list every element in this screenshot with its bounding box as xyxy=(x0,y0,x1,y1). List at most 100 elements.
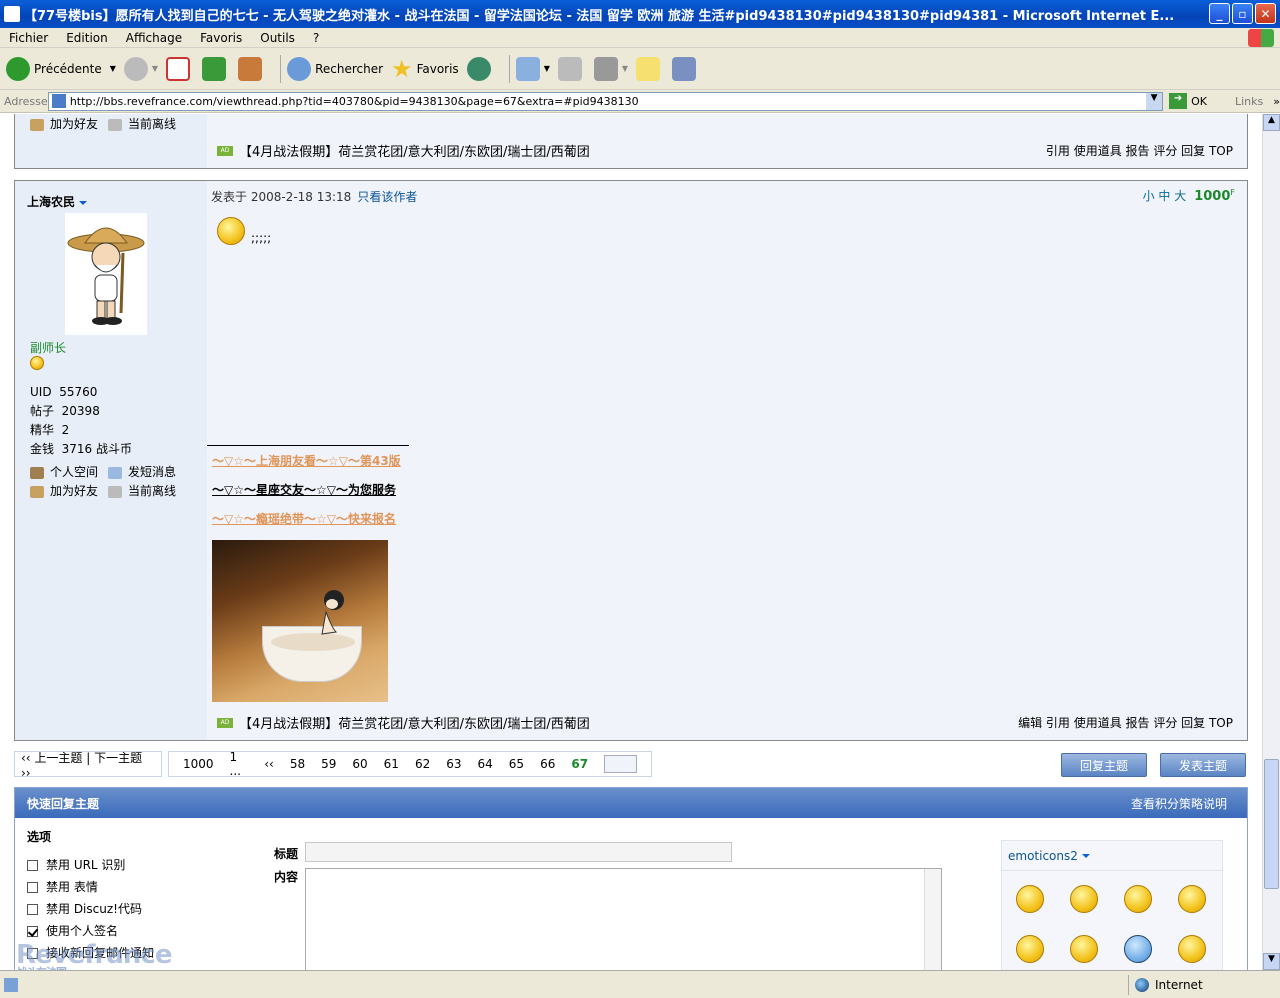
go-button[interactable]: ➔ OK xyxy=(1169,93,1207,109)
back-button[interactable]: Précédente ▼ xyxy=(6,56,116,81)
ad-link[interactable]: 【4月战法假期】荷兰赏花团/意大利团/东欧团/瑞士团/西葡团 xyxy=(239,141,590,160)
emoticon-panel: emoticons2 xyxy=(1001,840,1223,970)
emoticon-set-selector[interactable]: emoticons2 xyxy=(1002,841,1222,871)
address-dropdown-icon[interactable]: ▼ xyxy=(1146,92,1163,110)
message-link[interactable]: 发短消息 xyxy=(108,463,176,480)
author-name[interactable]: 上海农民 xyxy=(27,193,88,210)
option-disable-url[interactable]: 禁用 URL 识别 xyxy=(27,856,125,873)
content-textarea[interactable] xyxy=(305,868,942,970)
emoticon-dizzy-icon[interactable] xyxy=(1178,935,1206,963)
page-prev-link[interactable]: ‹‹ xyxy=(264,757,274,771)
maximize-button[interactable]: ▫ xyxy=(1232,3,1253,24)
font-size-links[interactable]: 小 中 大 xyxy=(1143,189,1187,203)
go-arrow-icon: ➔ xyxy=(1169,93,1188,109)
research-button[interactable] xyxy=(672,56,700,81)
space-link[interactable]: 个人空间 xyxy=(30,463,98,480)
page-link[interactable]: 61 xyxy=(384,757,399,771)
scroll-down-icon[interactable]: ▼ xyxy=(1263,953,1280,970)
emoticon-sweat-icon[interactable] xyxy=(1124,885,1152,913)
links-toolbar[interactable]: Links xyxy=(1235,95,1263,108)
menu-affichage[interactable]: Affichage xyxy=(117,31,191,45)
signature-link[interactable]: ～▽☆～瘾瑶绝带～☆▽～快来报名 xyxy=(212,510,396,527)
stop-button[interactable] xyxy=(166,56,194,81)
refresh-button[interactable] xyxy=(202,56,230,81)
option-disable-smilies[interactable]: 禁用 表情 xyxy=(27,878,98,895)
mail-button[interactable]: ▼ xyxy=(515,56,550,81)
checkbox-checked[interactable] xyxy=(27,926,38,937)
address-input[interactable]: http://bbs.revefrance.com/viewthread.php… xyxy=(47,91,1164,111)
page-link[interactable]: 66 xyxy=(540,757,555,771)
chevron-right-icon[interactable]: » xyxy=(1273,95,1280,108)
emoticon-grin-icon[interactable] xyxy=(1178,885,1206,913)
add-friend-link[interactable]: 加为好友 xyxy=(30,115,98,132)
textarea-scrollbar[interactable] xyxy=(924,869,941,970)
history-button[interactable] xyxy=(466,56,495,81)
reply-thread-button[interactable]: 回复主题 xyxy=(1061,753,1147,777)
scroll-thumb[interactable] xyxy=(1264,759,1279,889)
post-message: ;;;;; xyxy=(217,217,271,245)
emoticon-smile-icon[interactable] xyxy=(1016,935,1044,963)
author-only-link[interactable]: 只看该作者 xyxy=(357,190,417,204)
post-actions[interactable]: 引用 使用道具 报告 评分 回复 TOP xyxy=(1046,142,1233,159)
digest-label: 精华 xyxy=(30,423,55,437)
signature-link[interactable]: ～▽☆～星座交友～☆▽～为您服务 xyxy=(212,481,396,498)
menu-edition[interactable]: Edition xyxy=(57,31,117,45)
back-dropdown-icon[interactable]: ▼ xyxy=(110,64,116,73)
option-disable-discuzcode[interactable]: 禁用 Discuz!代码 xyxy=(27,900,142,917)
subject-input[interactable] xyxy=(305,842,732,862)
page-link[interactable]: 65 xyxy=(509,757,524,771)
content-label: 内容 xyxy=(274,870,299,884)
money-label: 金钱 xyxy=(30,442,55,456)
forward-dropdown-icon[interactable]: ▼ xyxy=(152,64,158,73)
forward-button[interactable]: ▼ xyxy=(123,56,158,81)
vertical-scrollbar[interactable]: ▲ ▼ xyxy=(1262,114,1280,970)
home-button[interactable] xyxy=(238,56,266,81)
online-status: 当前离线 xyxy=(108,115,176,132)
page-link[interactable]: 64 xyxy=(478,757,493,771)
go-label: OK xyxy=(1191,94,1207,108)
add-friend-link[interactable]: 加为好友 xyxy=(30,482,98,499)
rank-label: 副师长 xyxy=(30,341,67,355)
emoticon-grimace-icon[interactable] xyxy=(1016,885,1044,913)
post-floor[interactable]: 1000 xyxy=(1194,189,1230,204)
checkbox[interactable] xyxy=(27,904,38,915)
scroll-up-icon[interactable]: ▲ xyxy=(1263,114,1280,131)
house-icon xyxy=(30,466,44,479)
thread-nav-label[interactable]: ‹‹ 上一主题 | 下一主题 ›› xyxy=(21,749,155,780)
emoticon-blue-icon[interactable] xyxy=(1124,935,1152,963)
page-first-link[interactable]: 1 ... xyxy=(230,750,249,778)
address-label: Adresse xyxy=(4,94,48,108)
page-link[interactable]: 59 xyxy=(321,757,336,771)
emoticon-shout-icon[interactable] xyxy=(1070,885,1098,913)
minimize-button[interactable]: _ xyxy=(1209,3,1230,24)
address-url[interactable]: http://bbs.revefrance.com/viewthread.php… xyxy=(70,95,639,108)
menu-help[interactable]: ? xyxy=(304,31,328,45)
new-thread-button[interactable]: 发表主题 xyxy=(1160,753,1246,777)
status-bar: Internet xyxy=(0,970,1280,998)
edit-button[interactable]: ▼ xyxy=(593,56,628,81)
ad-link[interactable]: 【4月战法假期】荷兰赏花团/意大利团/东欧团/瑞士团/西葡团 xyxy=(239,713,590,732)
discuss-button[interactable] xyxy=(636,56,664,81)
user-links-row2: 加为好友 当前离线 xyxy=(30,482,176,499)
signature-link[interactable]: ～▽☆～上海朋友看～☆▽～第43版 xyxy=(212,452,401,469)
close-button[interactable]: ✕ xyxy=(1255,3,1276,24)
post-floor-suffix: F xyxy=(1230,188,1235,197)
credits-policy-link[interactable]: 查看积分策略说明 xyxy=(1131,795,1227,812)
page-link[interactable]: 62 xyxy=(415,757,430,771)
page-link[interactable]: 58 xyxy=(290,757,305,771)
checkbox[interactable] xyxy=(27,882,38,893)
search-button[interactable]: Rechercher xyxy=(287,56,383,81)
menu-fichier[interactable]: Fichier xyxy=(0,31,57,45)
menu-favoris[interactable]: Favoris xyxy=(191,31,251,45)
print-button[interactable] xyxy=(557,56,586,81)
post-actions[interactable]: 编辑 引用 使用道具 报告 评分 回复 TOP xyxy=(1018,714,1233,731)
favorites-button[interactable]: ★ Favoris xyxy=(391,55,459,83)
checkbox[interactable] xyxy=(27,860,38,871)
thread-nav[interactable]: ‹‹ 上一主题 | 下一主题 ›› xyxy=(14,749,162,780)
emoticon-angry-icon[interactable] xyxy=(1070,935,1098,963)
option-use-signature[interactable]: 使用个人签名 xyxy=(27,922,118,939)
page-link[interactable]: 63 xyxy=(446,757,461,771)
menu-outils[interactable]: Outils xyxy=(251,31,304,45)
page-jump-input[interactable] xyxy=(604,755,637,773)
page-link[interactable]: 60 xyxy=(352,757,367,771)
